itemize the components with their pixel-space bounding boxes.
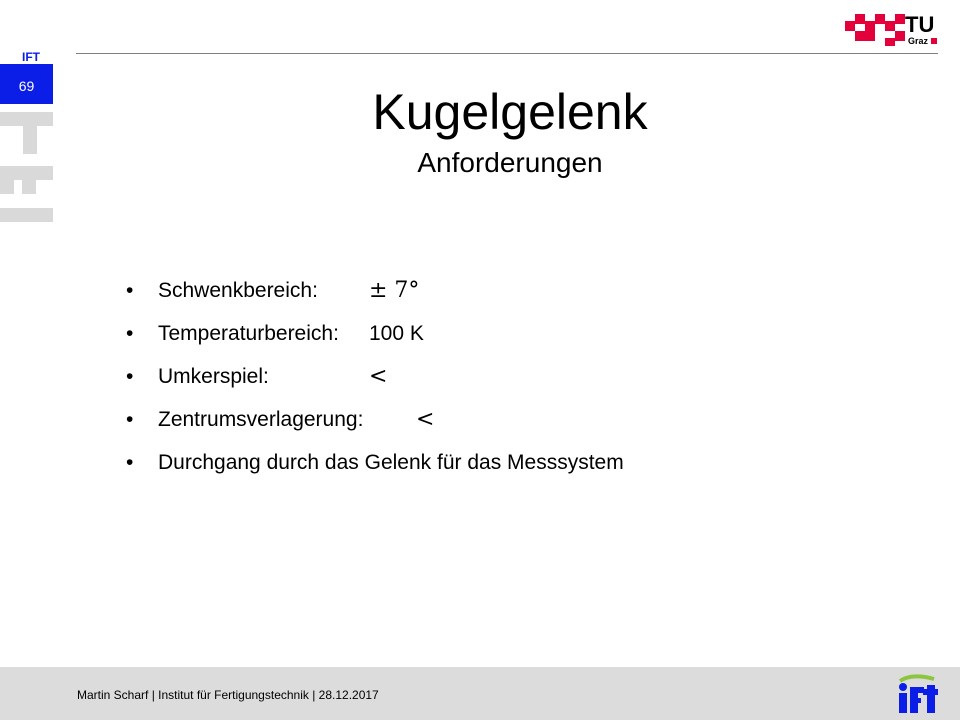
page-number-tab: IFT 69 (0, 48, 53, 104)
requirement-label: Temperaturbereich: (158, 322, 339, 345)
bullet-icon: • (126, 322, 134, 345)
requirement-value: < (416, 407, 435, 432)
tu-graz-logo-text: TU (905, 12, 935, 37)
list-item: • Durchgang durch das Gelenk für das Mes… (126, 447, 826, 490)
list-item: • Umkerspiel: < (126, 361, 826, 404)
bullet-icon: • (126, 365, 134, 388)
requirement-value: < (369, 364, 388, 389)
requirement-label: Umkerspiel: (158, 365, 269, 388)
header-rule (76, 53, 938, 54)
list-item: • Temperaturbereich: 100 K (126, 318, 826, 361)
ift-logo-icon (898, 674, 938, 713)
slide-title: Kugelgelenk (372, 84, 648, 140)
slide: IFT 69 TU Graz Kugelgelenk Anforderungen… (0, 0, 960, 720)
ift-watermark-icon (0, 112, 53, 222)
requirement-label: Durchgang durch das Gelenk für das Messs… (158, 451, 624, 474)
slide-subtitle: Anforderungen (417, 147, 603, 178)
footer-bar: Martin Scharf | Institut für Fertigungst… (0, 667, 960, 720)
requirement-value: ± 7° (369, 278, 420, 303)
requirement-label: Zentrumsverlagerung: (158, 408, 364, 431)
list-item: • Zentrumsverlagerung: < (126, 404, 826, 447)
requirement-value: 100 K (369, 322, 424, 345)
requirements-list: • Schwenkbereich: ± 7° • Temperaturberei… (126, 275, 826, 490)
mini-ift-logo: IFT (22, 50, 40, 64)
bullet-icon: • (126, 451, 134, 474)
tu-graz-logo: TU Graz (845, 10, 940, 48)
tu-graz-logo-subtext: Graz (908, 36, 929, 46)
page-number: 69 (18, 78, 35, 94)
bullet-icon: • (126, 408, 134, 431)
bullet-icon: • (126, 279, 134, 302)
footer-text: Martin Scharf | Institut für Fertigungst… (77, 688, 379, 702)
list-item: • Schwenkbereich: ± 7° (126, 275, 826, 318)
requirement-label: Schwenkbereich: (158, 279, 318, 302)
